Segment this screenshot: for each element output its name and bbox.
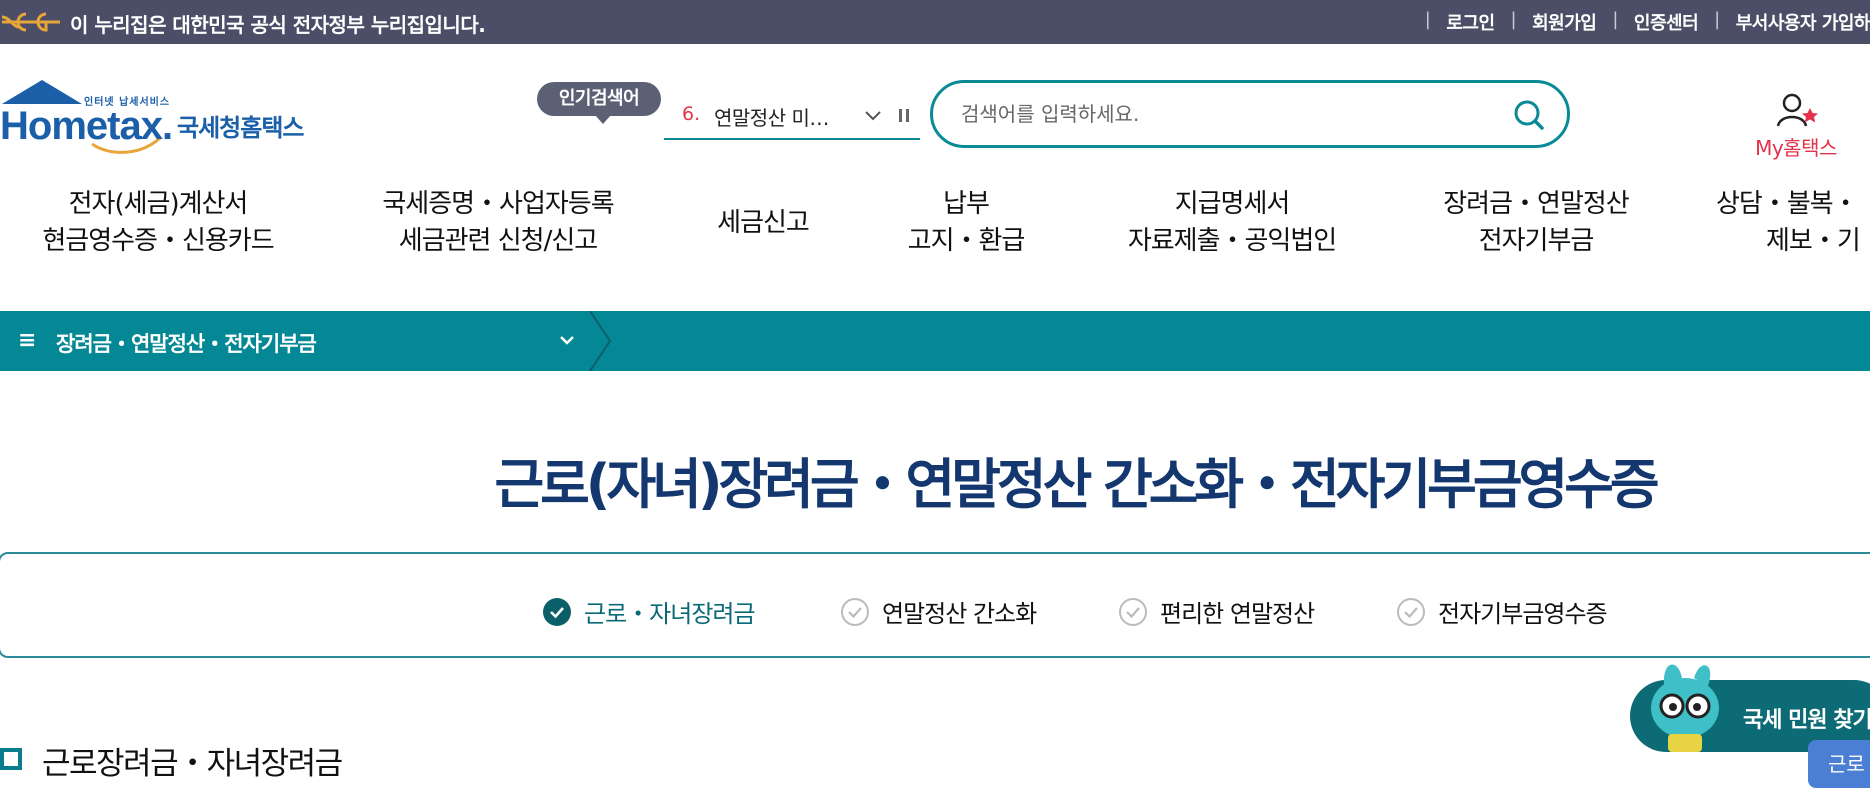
separator: | [1612, 9, 1618, 30]
check-circle-icon [1119, 597, 1147, 626]
check-circle-icon [1397, 597, 1425, 626]
gnb-line: 세금관련 신청/신고 [398, 226, 598, 256]
chevron-down-icon[interactable] [862, 104, 884, 126]
gnb-payment-statement[interactable]: 지급명세서 자료제출・공익법인 [1112, 186, 1352, 260]
separator: | [1424, 9, 1431, 30]
search-icon[interactable] [1509, 95, 1549, 135]
mascot-icon [1651, 664, 1719, 752]
tab-e-donation-receipt[interactable]: 전자기부금영수증 [1396, 594, 1608, 629]
gnb-line: 국세증명・사업자등록 [382, 189, 614, 219]
gnb-line: 장려금・연말정산 [1443, 189, 1629, 219]
popular-search-badge: 인기검색어 [537, 82, 661, 124]
gnb-certificate-registration[interactable]: 국세증명・사업자등록 세금관련 신청/신고 [370, 186, 626, 260]
login-link[interactable]: 로그인 [1446, 9, 1495, 35]
utility-links: | 로그인 | 회원가입 | 인증센터 | 부서사용자 가입하 [1409, 9, 1870, 35]
square-bullet-icon [0, 747, 28, 776]
breadcrumb-divider [589, 311, 612, 371]
tab-label: 근로・자녀장려금 [584, 600, 756, 628]
menu-icon[interactable]: ≡ [18, 328, 36, 353]
section-title: 근로장려금・자녀장려금 [0, 738, 343, 783]
rank-keyword[interactable]: 연말정산 미… [714, 102, 829, 131]
signup-link[interactable]: 회원가입 [1532, 9, 1597, 35]
pause-icon[interactable] [896, 104, 912, 126]
chevron-down-icon[interactable] [556, 329, 578, 351]
gnb-line: 지급명세서 [1174, 189, 1291, 219]
gov-notice-text: 이 누리집은 대한민국 공식 전자정부 누리집입니다. [70, 13, 486, 37]
tab-label: 연말정산 간소화 [882, 600, 1037, 628]
tab-label: 전자기부금영수증 [1438, 600, 1608, 628]
cert-center-link[interactable]: 인증센터 [1634, 9, 1699, 35]
tab-yearend-simplified[interactable]: 연말정산 간소화 [840, 594, 1037, 629]
my-hometax-label: My홈택스 [1755, 136, 1837, 160]
gnb-consult-appeal[interactable]: 상담・불복・ 제보・기 [1716, 186, 1870, 260]
current-menu-label[interactable]: 장려금・연말정산・전자기부금 [56, 328, 317, 358]
search-input[interactable] [961, 97, 1501, 131]
gnb-line: 상담・불복・ [1716, 189, 1859, 219]
search-box [930, 80, 1570, 148]
gnb-line: 전자기부금 [1478, 226, 1595, 256]
logo-korean: 국세청홈택스 [177, 114, 304, 142]
separator: | [1510, 9, 1517, 30]
my-hometax-button[interactable]: My홈택스 [1740, 92, 1870, 162]
dept-user-signup-link[interactable]: 부서사용자 가입하 [1736, 9, 1870, 35]
work-incentive-button[interactable]: 근로 [1808, 740, 1870, 788]
gnb-line: 고지・환급 [907, 226, 1026, 256]
civil-service-finder-label: 국세 민원 찾기 [1743, 708, 1870, 733]
service-tabs: 근로・자녀장려금 연말정산 간소화 편리한 연말정산 전자기부금영수증 [0, 552, 1870, 658]
tab-work-child-incentive[interactable]: 근로・자녀장려금 [542, 594, 756, 629]
gnb-tax-filing[interactable]: 세금신고 [700, 205, 826, 242]
check-circle-filled-icon [543, 597, 571, 626]
check-circle-icon [841, 597, 869, 626]
logo-wordmark: Hometax. [0, 104, 173, 148]
tab-easy-yearend[interactable]: 편리한 연말정산 [1118, 594, 1315, 629]
gnb-line: 현금영수증・신용카드 [42, 226, 274, 256]
gnb-payment-refund[interactable]: 납부 고지・환급 [890, 186, 1042, 260]
egov-logo-icon [1, 12, 60, 32]
popular-search-ticker[interactable]: 6. 연말정산 미… [664, 94, 920, 140]
section-title-text: 근로장려금・자녀장려금 [42, 746, 343, 782]
gnb-line: 자료제출・공익법인 [1127, 226, 1337, 256]
gnb-line: 세금신고 [717, 208, 810, 238]
page-title: 근로(자녀)장려금・연말정산 간소화・전자기부금영수증 [494, 453, 1659, 516]
location-bar: ≡ 장려금・연말정산・전자기부금 [0, 311, 1870, 371]
gov-notice-bar: 이 누리집은 대한민국 공식 전자정부 누리집입니다. | 로그인 | 회원가입… [0, 0, 1870, 44]
tab-label: 편리한 연말정산 [1160, 600, 1315, 628]
gnb-e-invoice[interactable]: 전자(세금)계산서 현금영수증・신용카드 [28, 186, 288, 260]
rank-number: 6. [682, 103, 701, 125]
gnb-line: 납부 [943, 189, 990, 219]
gnb-line: 전자(세금)계산서 [68, 189, 249, 219]
gnb-incentive-yearend[interactable]: 장려금・연말정산 전자기부금 [1426, 186, 1646, 260]
gnb-line: 제보・기 [1766, 226, 1861, 256]
user-star-icon [1776, 93, 1818, 127]
work-incentive-button-label: 근로 [1828, 752, 1865, 776]
separator: | [1714, 9, 1720, 30]
